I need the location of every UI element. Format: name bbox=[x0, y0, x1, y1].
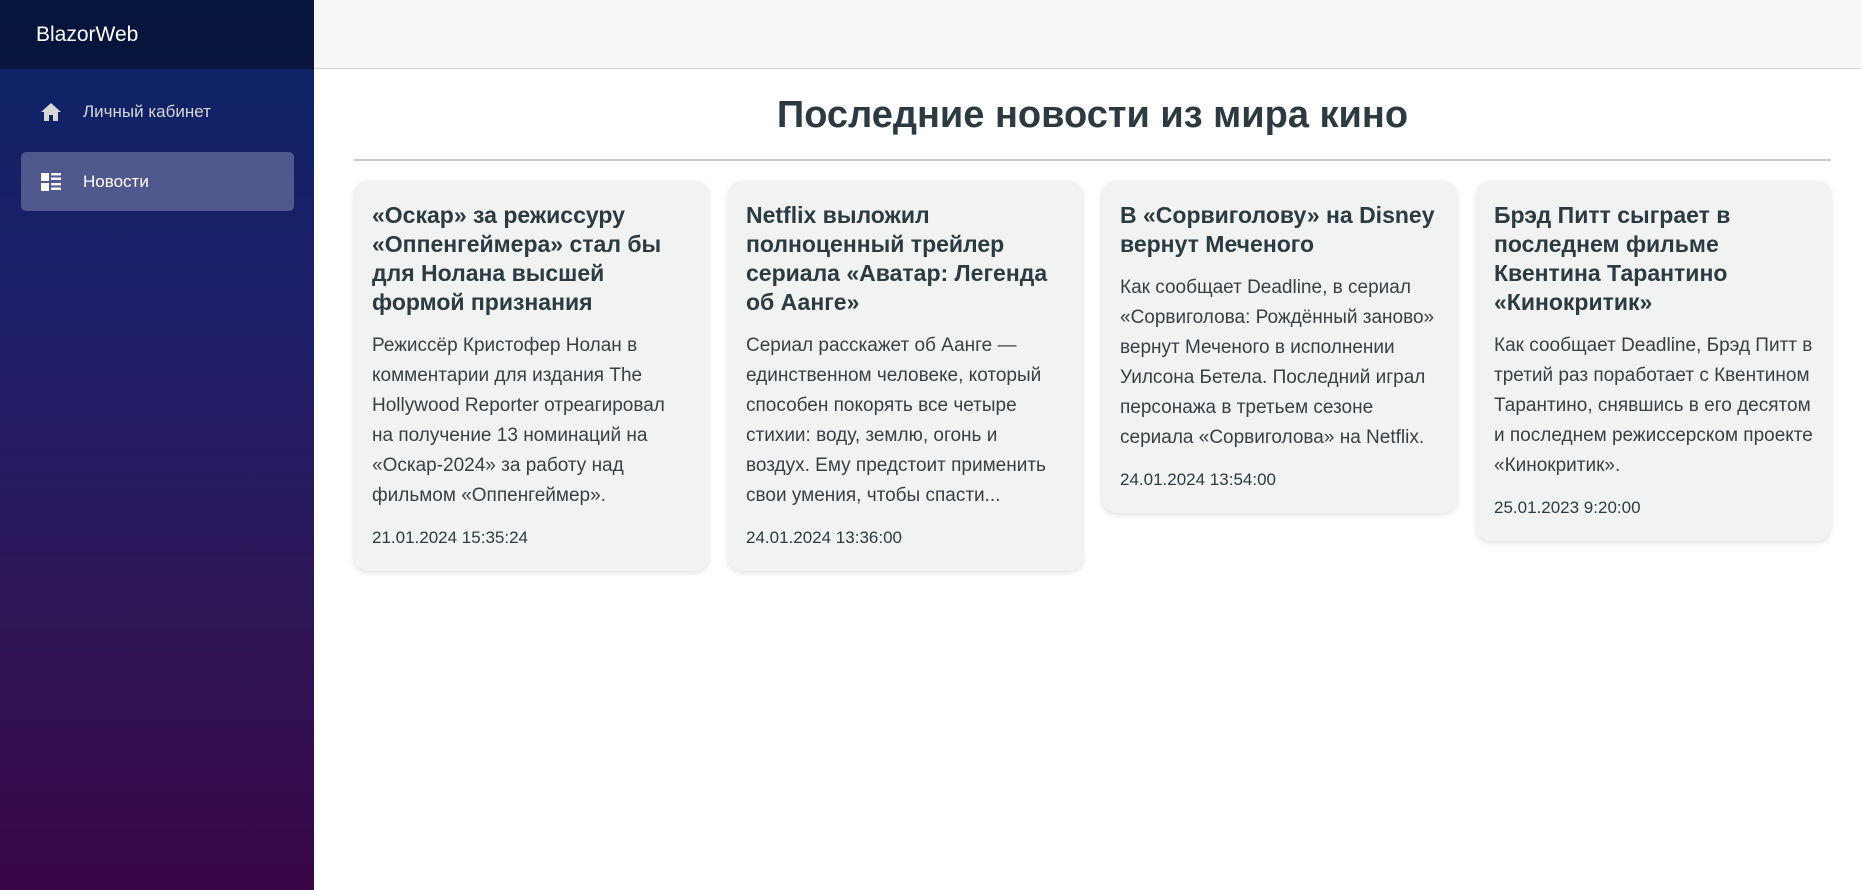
news-date: 24.01.2024 13:54:00 bbox=[1120, 470, 1276, 489]
top-row bbox=[314, 0, 1861, 69]
news-date: 25.01.2023 9:20:00 bbox=[1494, 498, 1641, 517]
news-date: 21.01.2024 15:35:24 bbox=[372, 528, 528, 547]
app-root: BlazorWeb Личный кабинет Новости Последн… bbox=[0, 0, 1861, 890]
news-description: Сериал расскажет об Аанге — единственном… bbox=[746, 335, 1046, 506]
news-title: Netflix выложил полноценный трейлер сери… bbox=[746, 202, 1048, 315]
sidebar-nav: Личный кабинет Новости bbox=[0, 69, 314, 211]
news-card[interactable]: Брэд Питт сыграет в последнем фильме Кве… bbox=[1476, 181, 1831, 541]
sidebar-item-label: Новости bbox=[83, 171, 149, 191]
content: Последние новости из мира кино «Оскар» з… bbox=[314, 69, 1861, 571]
news-description: Режиссёр Кристофер Нолан в комментарии д… bbox=[372, 335, 665, 506]
news-title: «Оскар» за режиссуру «Оппенгеймера» стал… bbox=[372, 202, 662, 315]
news-card[interactable]: В «Сорвиголову» на Disney вернут Меченог… bbox=[1102, 181, 1457, 513]
sidebar-item-news[interactable]: Новости bbox=[21, 152, 294, 211]
brand-link[interactable]: BlazorWeb bbox=[36, 23, 138, 47]
sidebar-item-label: Личный кабинет bbox=[83, 101, 211, 121]
sidebar: BlazorWeb Личный кабинет Новости bbox=[0, 0, 314, 890]
divider bbox=[354, 159, 1831, 161]
news-description: Как сообщает Deadline, Брэд Питт в трети… bbox=[1494, 335, 1813, 476]
page-title: Последние новости из мира кино bbox=[776, 94, 1409, 136]
news-card[interactable]: Netflix выложил полноценный трейлер сери… bbox=[728, 181, 1083, 571]
news-title: В «Сорвиголову» на Disney вернут Меченог… bbox=[1120, 202, 1435, 257]
news-card[interactable]: «Оскар» за режиссуру «Оппенгеймера» стал… bbox=[354, 181, 709, 571]
sidebar-item-account[interactable]: Личный кабинет bbox=[21, 82, 294, 141]
news-title: Брэд Питт сыграет в последнем фильме Кве… bbox=[1494, 202, 1731, 315]
main-area: Последние новости из мира кино «Оскар» з… bbox=[314, 0, 1861, 890]
news-list: «Оскар» за режиссуру «Оппенгеймера» стал… bbox=[354, 181, 1831, 571]
news-description: Как сообщает Deadline, в сериал «Сорвиго… bbox=[1120, 277, 1435, 448]
news-date: 24.01.2024 13:36:00 bbox=[746, 528, 902, 547]
list-view-icon bbox=[39, 170, 63, 194]
home-icon bbox=[39, 100, 63, 124]
brand-bar: BlazorWeb bbox=[0, 0, 314, 69]
